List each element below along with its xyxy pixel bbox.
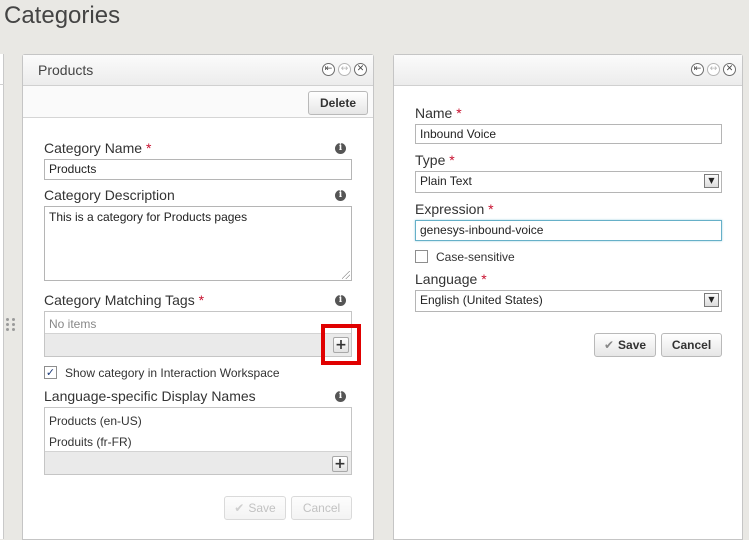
matching-tags-list[interactable]: No items — [44, 311, 352, 357]
category-name-label: Category Name * — [44, 140, 152, 156]
type-selected-value: Plain Text — [420, 174, 472, 188]
language-label: Language * — [415, 271, 487, 287]
add-tag-button[interactable]: + — [333, 337, 349, 353]
save-button[interactable]: ✔ Save — [224, 496, 286, 520]
category-description-text: This is a category for Products pages — [49, 210, 248, 224]
list-footer — [45, 333, 351, 356]
case-sensitive-label: Case-sensitive — [436, 250, 515, 264]
chevron-down-icon[interactable]: ▼ — [704, 293, 719, 307]
case-sensitive-checkbox[interactable] — [415, 250, 428, 263]
expression-label: Expression * — [415, 201, 494, 217]
category-name-input[interactable]: Products — [44, 159, 352, 180]
expand-icon[interactable]: ↔ — [338, 63, 351, 76]
close-icon[interactable]: ✕ — [723, 63, 736, 76]
show-in-workspace-label: Show category in Interaction Workspace — [65, 366, 280, 380]
resize-handle-icon[interactable] — [342, 271, 350, 279]
save-button[interactable]: ✔ Save — [594, 333, 656, 357]
page-title: Categories — [4, 2, 121, 29]
name-label: Name * — [415, 105, 462, 121]
list-footer — [45, 451, 351, 474]
category-panel: Products ⇤ ↔ ✕ Delete Category Name * i … — [22, 54, 374, 540]
info-icon[interactable]: i — [335, 295, 346, 306]
panel-toolbar: Delete — [23, 86, 373, 118]
check-icon: ✔ — [234, 501, 245, 515]
language-select[interactable]: English (United States) ▼ — [415, 290, 722, 312]
cancel-button[interactable]: Cancel — [661, 333, 722, 357]
expression-input[interactable]: genesys-inbound-voice — [415, 220, 722, 241]
category-description-textarea[interactable]: This is a category for Products pages — [44, 206, 352, 281]
expression-panel: ⇤ ↔ ✕ Name * Inbound Voice Type * Plain … — [393, 54, 743, 540]
list-item[interactable]: Produits (fr-FR) — [49, 435, 132, 449]
type-select[interactable]: Plain Text ▼ — [415, 171, 722, 193]
collapse-icon[interactable]: ⇤ — [691, 63, 704, 76]
type-label: Type * — [415, 152, 455, 168]
panel-header: ⇤ ↔ ✕ — [394, 55, 742, 86]
check-icon: ✔ — [603, 338, 615, 352]
info-icon[interactable]: i — [335, 190, 346, 201]
delete-button[interactable]: Delete — [308, 91, 368, 115]
info-icon[interactable]: i — [335, 143, 346, 154]
add-display-name-button[interactable]: + — [332, 456, 348, 472]
panel-title: Products — [38, 62, 94, 78]
list-item[interactable]: Products (en-US) — [49, 414, 142, 428]
cancel-button[interactable]: Cancel — [291, 496, 352, 520]
collapse-icon[interactable]: ⇤ — [322, 63, 335, 76]
panel-header: Products ⇤ ↔ ✕ — [23, 55, 373, 86]
expand-icon[interactable]: ↔ — [707, 63, 720, 76]
matching-tags-label: Category Matching Tags * — [44, 292, 205, 308]
show-in-workspace-checkbox[interactable]: ✓ — [44, 366, 57, 379]
category-description-label: Category Description — [44, 187, 175, 203]
empty-list-text: No items — [49, 317, 97, 331]
info-icon[interactable]: i — [335, 391, 346, 402]
close-icon[interactable]: ✕ — [354, 63, 367, 76]
collapsed-panel-edge — [0, 54, 4, 539]
chevron-down-icon[interactable]: ▼ — [704, 174, 719, 188]
display-names-list[interactable]: Products (en-US) Produits (fr-FR) — [44, 407, 352, 475]
display-names-label: Language-specific Display Names — [44, 388, 256, 404]
drag-handle[interactable] — [6, 318, 16, 334]
language-selected-value: English (United States) — [420, 293, 543, 307]
name-input[interactable]: Inbound Voice — [415, 124, 722, 144]
